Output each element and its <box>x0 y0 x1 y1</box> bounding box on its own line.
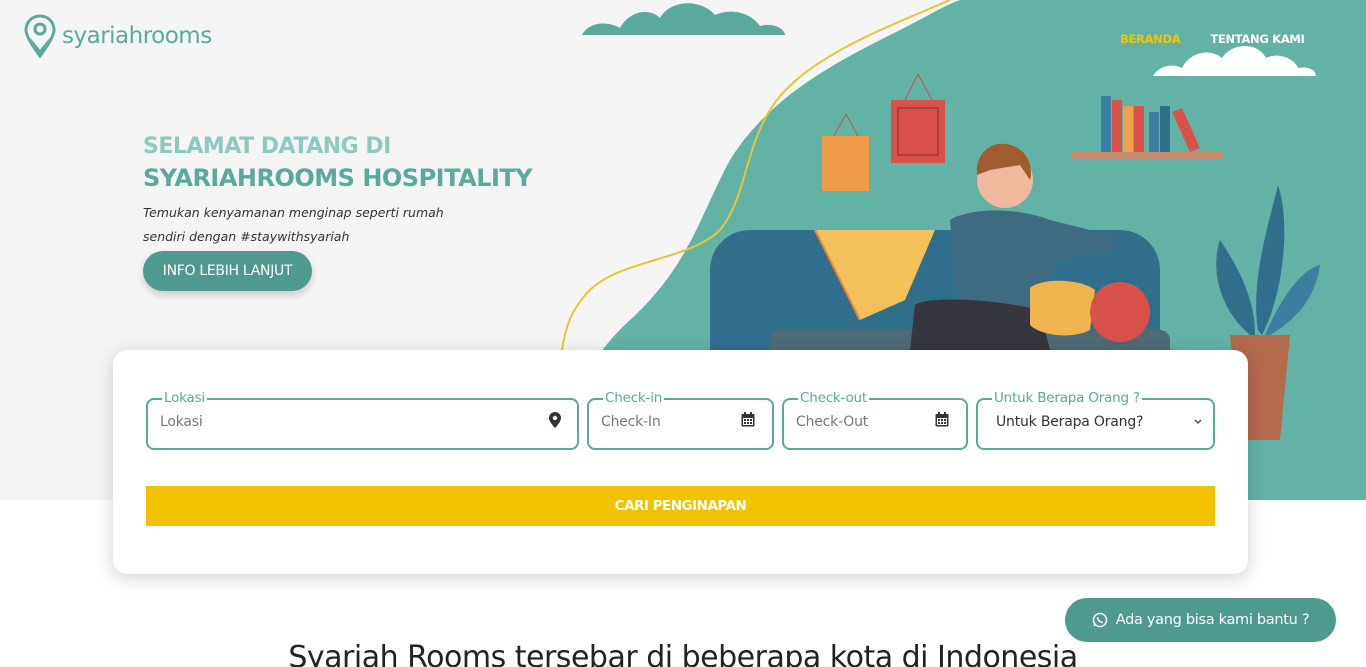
main-nav: BERANDA TENTANG KAMI <box>1120 32 1305 46</box>
nav-item-tentang-kami[interactable]: TENTANG KAMI <box>1210 32 1304 46</box>
chevron-down-icon <box>1194 419 1202 425</box>
checkout-legend: Check-out <box>798 389 869 407</box>
checkin-field[interactable]: Check-in Check-In <box>587 389 774 450</box>
lokasi-input[interactable]: Lokasi <box>160 414 203 430</box>
section-heading: Syariah Rooms tersebar di beberapa kota … <box>288 640 1078 667</box>
checkin-legend: Check-in <box>603 389 665 407</box>
help-chat-button[interactable]: Ada yang bisa kami bantu ? <box>1065 598 1336 642</box>
checkout-field[interactable]: Check-out Check-Out <box>782 389 968 450</box>
nav-item-beranda[interactable]: BERANDA <box>1120 32 1181 46</box>
search-card: Lokasi Lokasi Check-in Check-In Check-ou… <box>113 350 1248 574</box>
help-label: Ada yang bisa kami bantu ? <box>1115 612 1310 628</box>
hero-tagline: Temukan kenyamanan menginap seperti ruma… <box>143 205 444 244</box>
brand-name: syariahrooms <box>62 23 212 49</box>
calendar-icon <box>741 412 755 427</box>
brand-logo[interactable]: syariahrooms <box>24 14 212 58</box>
lokasi-field[interactable]: Lokasi Lokasi <box>146 389 579 450</box>
checkout-input[interactable]: Check-Out <box>796 414 868 430</box>
calendar-icon <box>935 412 949 427</box>
hero-welcome: SELAMAT DATANG DI <box>143 134 391 159</box>
cari-penginapan-button[interactable]: CARI PENGINAPAN <box>146 486 1215 526</box>
checkin-input[interactable]: Check-In <box>601 414 661 430</box>
guests-legend: Untuk Berapa Orang ? <box>992 389 1142 407</box>
guests-select[interactable]: Untuk Berapa Orang ? Untuk Berapa Orang? <box>976 389 1215 450</box>
location-pin-logo-icon <box>24 14 56 58</box>
map-marker-icon <box>549 412 561 428</box>
hero-text-block: SELAMAT DATANG DI SYARIAHROOMS HOSPITALI… <box>143 133 533 291</box>
info-lebih-lanjut-button[interactable]: INFO LEBIH LANJUT <box>143 251 312 291</box>
lokasi-legend: Lokasi <box>162 389 207 407</box>
whatsapp-icon <box>1092 612 1107 628</box>
hero-title: SYARIAHROOMS HOSPITALITY <box>143 164 533 192</box>
guests-selected-value: Untuk Berapa Orang? <box>996 414 1144 430</box>
